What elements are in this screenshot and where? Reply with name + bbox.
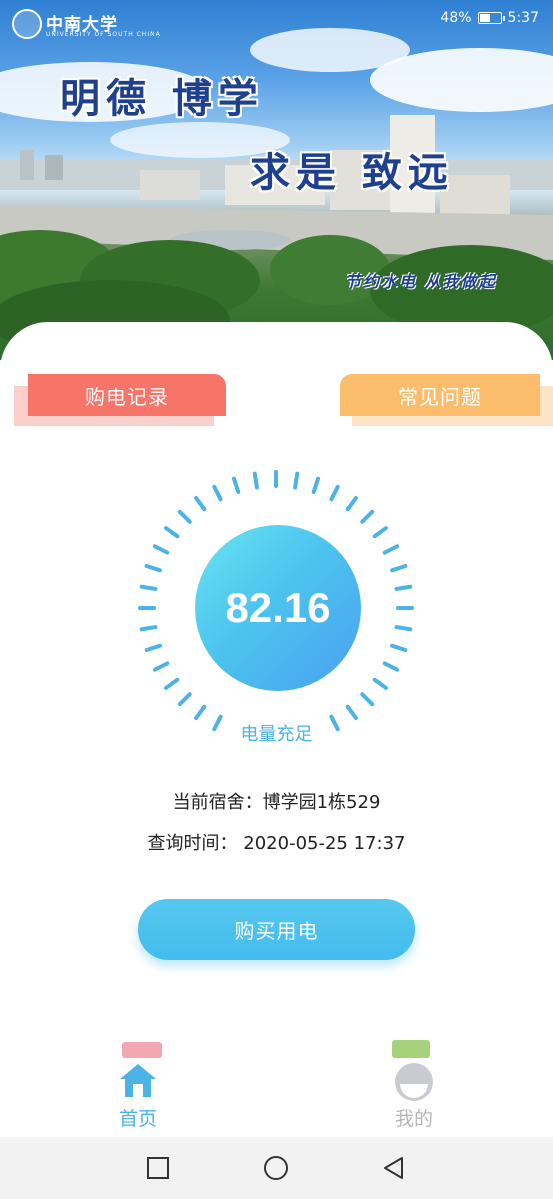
gauge-tick xyxy=(293,471,300,490)
tab-mine-label: 我的 xyxy=(394,1108,433,1130)
gauge-tick xyxy=(372,677,389,690)
query-time-info: 查询时间： 2020-05-25 17:37 xyxy=(0,829,553,855)
gauge-tick xyxy=(382,544,400,555)
gauge-tick xyxy=(144,563,162,573)
gauge-tick xyxy=(390,643,408,653)
gauge-tick xyxy=(345,704,358,721)
tab-home-label: 首页 xyxy=(118,1108,157,1130)
gauge-tick xyxy=(177,692,192,707)
buy-electricity-button[interactable]: 购买用电 xyxy=(138,899,415,960)
query-time-value: 2020-05-25 17:37 xyxy=(243,833,406,854)
gauge-tick xyxy=(311,476,321,494)
purchase-records-button[interactable]: 购电记录 xyxy=(28,374,226,416)
motto-line-2: 求是 致远 xyxy=(250,149,454,196)
slogan: 节约水电 从我做起 xyxy=(345,272,497,291)
gauge-tick xyxy=(139,584,158,591)
decorative-card-red xyxy=(122,1042,162,1058)
gauge-tick xyxy=(152,661,170,672)
dorm-label: 当前宿舍： xyxy=(172,792,263,813)
triangle-back-icon[interactable] xyxy=(381,1155,407,1181)
system-nav-bar xyxy=(0,1137,553,1199)
gauge-tick xyxy=(212,484,223,502)
university-logo xyxy=(12,9,42,39)
status-bar: 48% 5:37 xyxy=(393,0,553,36)
main-card xyxy=(0,322,553,1199)
gauge-tick xyxy=(372,526,389,539)
motto-line-1: 明德 博学 xyxy=(60,75,264,122)
gauge-tick xyxy=(194,704,207,721)
tab-home[interactable]: 首页 xyxy=(93,1060,183,1132)
gauge-tick xyxy=(194,495,207,512)
gauge-tick xyxy=(231,476,241,494)
balance-status: 电量充足 xyxy=(240,724,313,745)
gauge-tick xyxy=(139,625,158,632)
faq-button[interactable]: 常见问题 xyxy=(340,374,540,416)
gauge-tick xyxy=(345,495,358,512)
dorm-info: 当前宿舍：博学园1栋529 xyxy=(0,788,553,814)
electricity-balance: 82.16 xyxy=(195,525,361,691)
battery-percent: 48% xyxy=(440,10,472,26)
gauge-tick xyxy=(394,625,413,632)
battery-icon xyxy=(477,12,505,24)
gauge-tick xyxy=(390,563,408,573)
gauge-tick xyxy=(360,692,375,707)
gauge-tick xyxy=(329,484,340,502)
query-time-label: 查询时间： xyxy=(147,833,238,854)
gauge-tick xyxy=(144,643,162,653)
home-icon xyxy=(120,1064,156,1097)
gauge-tick xyxy=(163,677,180,690)
decorative-card-green xyxy=(392,1040,430,1058)
profile-icon xyxy=(395,1063,433,1101)
gauge-tick xyxy=(382,661,400,672)
gauge-tick xyxy=(163,526,180,539)
university-subtitle: UNIVERSITY OF SOUTH CHINA xyxy=(46,31,161,38)
gauge-tick xyxy=(360,509,375,524)
gauge-tick xyxy=(394,584,413,591)
tab-mine[interactable]: 我的 xyxy=(369,1060,459,1132)
gauge-tick xyxy=(252,471,259,490)
square-icon[interactable] xyxy=(145,1155,171,1181)
gauge-tick xyxy=(152,544,170,555)
circle-icon[interactable] xyxy=(262,1154,290,1182)
gauge-tick xyxy=(177,509,192,524)
campus-banner: 中南大学 UNIVERSITY OF SOUTH CHINA 48% 5:37 … xyxy=(0,0,553,360)
clock: 5:37 xyxy=(507,10,539,26)
dorm-value: 博学园1栋529 xyxy=(262,792,381,813)
